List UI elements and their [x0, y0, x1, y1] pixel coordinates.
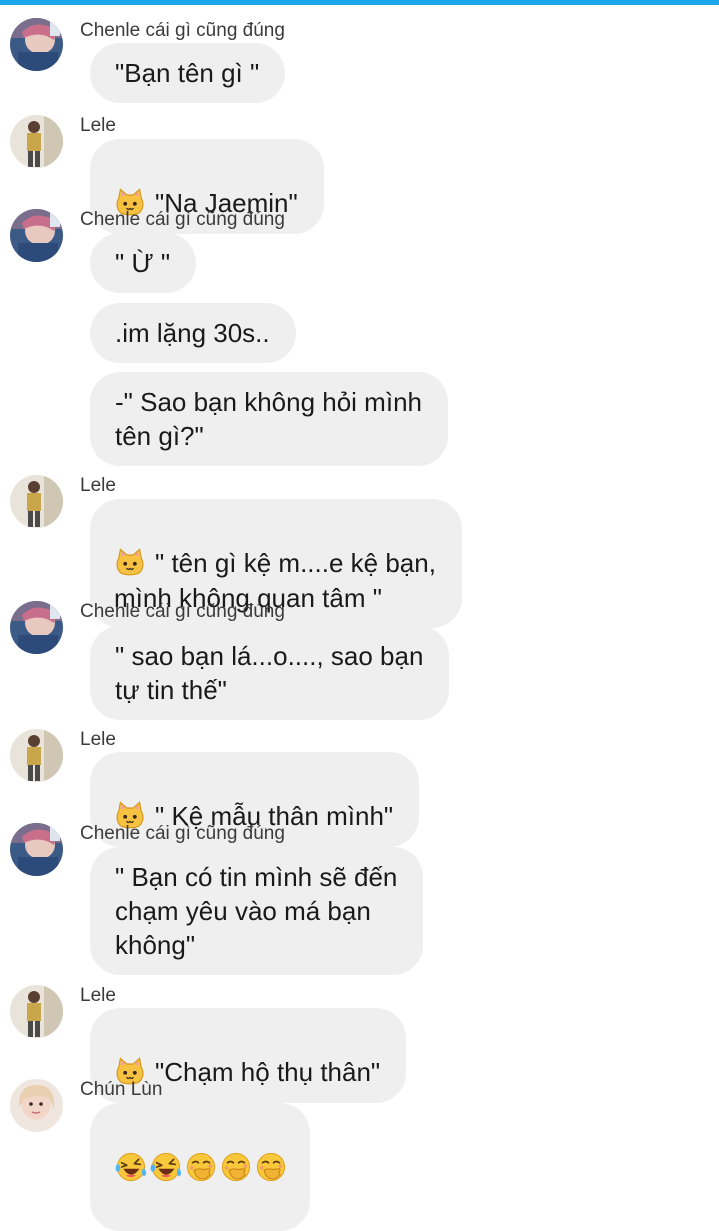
message-bubble[interactable]: " Bạn có tin mình sẽ đến chạm yêu vào má…: [90, 847, 424, 975]
avatar[interactable]: [10, 1079, 63, 1132]
avatar[interactable]: [10, 823, 63, 876]
sender-name: Lele: [80, 475, 116, 496]
avatar[interactable]: [10, 115, 63, 168]
hand-over-mouth-emoji: [254, 1150, 288, 1184]
hand-over-mouth-emoji: [184, 1150, 218, 1184]
sender-name: Chenle cái gì cũng đúng: [80, 823, 285, 844]
avatar[interactable]: [10, 985, 63, 1038]
message-bubble[interactable]: -" Sao bạn không hỏi mình tên gì?": [90, 372, 448, 466]
avatar[interactable]: [10, 18, 63, 71]
avatar[interactable]: [10, 601, 63, 654]
message-bubble[interactable]: " sao bạn lá...o...., sao bạn tự tin thế…: [90, 626, 450, 720]
top-accent-bar: [0, 0, 719, 5]
hand-over-mouth-emoji: [219, 1150, 253, 1184]
sender-name: Lele: [80, 985, 116, 1006]
laughing-tears-emoji: [149, 1150, 183, 1184]
sender-name: Chenle cái gì cũng đúng: [80, 20, 285, 41]
message-bubble[interactable]: " Ừ ": [90, 233, 197, 293]
sender-name: Chún Lùn: [80, 1079, 163, 1100]
sender-name: Lele: [80, 115, 116, 136]
sender-name: Chenle cái gì cũng đúng: [80, 601, 285, 622]
emoji-row: [114, 1150, 288, 1184]
avatar[interactable]: [10, 475, 63, 528]
sender-name: Lele: [80, 729, 116, 750]
message-bubble[interactable]: [90, 1103, 310, 1231]
message-text: "Chạm hộ thụ thân": [155, 1057, 381, 1087]
message-bubble[interactable]: "Bạn tên gì ": [90, 43, 286, 103]
avatar[interactable]: [10, 729, 63, 782]
message-bubble[interactable]: .im lặng 30s..: [90, 303, 296, 363]
sender-name: Chenle cái gì cũng đúng: [80, 209, 285, 230]
avatar[interactable]: [10, 209, 63, 262]
laughing-tears-emoji: [114, 1150, 148, 1184]
cat-face-icon: [114, 547, 146, 579]
